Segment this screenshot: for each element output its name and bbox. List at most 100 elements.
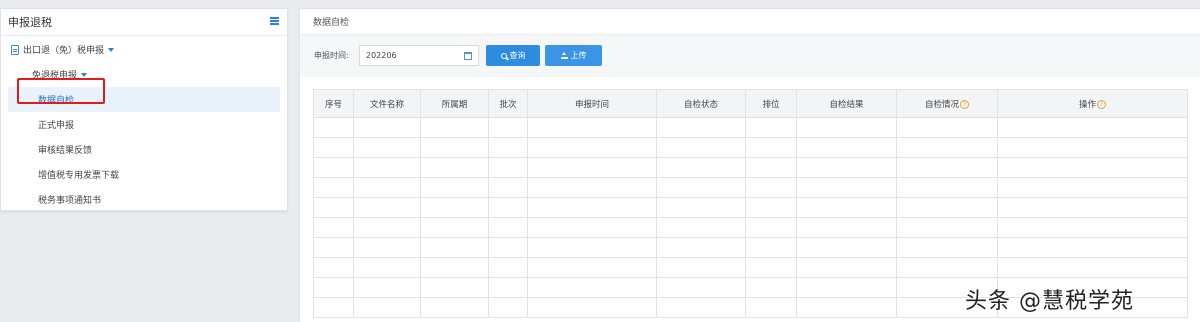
table-row — [313, 217, 1188, 238]
table-cell — [745, 177, 797, 198]
watermark: 头条 @慧税学苑 — [965, 289, 1134, 314]
table-cell — [896, 137, 998, 158]
table-cell — [420, 277, 489, 298]
hamburger-icon[interactable] — [270, 17, 279, 25]
table-row — [313, 117, 1188, 138]
filter-bar: 申报时间: 202206 查询 上传 — [300, 35, 1200, 77]
declare-time-value: 202206 — [366, 51, 397, 60]
col-header-rank: 排位 — [745, 89, 797, 118]
sidebar-subgroup-refund-declare[interactable]: 免退税申报 — [1, 62, 287, 87]
table-row — [313, 137, 1188, 158]
sidebar-item-label: 正式申报 — [38, 121, 75, 131]
table-cell — [997, 157, 1188, 178]
table-cell — [656, 237, 746, 258]
col-header-period: 所属期 — [420, 89, 489, 118]
table-cell — [488, 157, 528, 178]
table-cell — [420, 177, 489, 198]
sidebar-item-label: 审核结果反馈 — [38, 146, 93, 156]
table-cell — [997, 217, 1188, 238]
table-cell — [896, 177, 998, 198]
table-cell — [796, 197, 897, 218]
table-cell — [420, 157, 489, 178]
table-cell — [527, 137, 657, 158]
table-cell — [656, 157, 746, 178]
chevron-down-icon — [81, 72, 88, 77]
table-cell — [745, 297, 797, 318]
table-cell — [420, 297, 489, 318]
table-cell — [745, 197, 797, 218]
table-cell — [527, 157, 657, 178]
table-cell — [796, 297, 897, 318]
sidebar-group-export-refund[interactable]: 出口退（免）税申报 — [1, 37, 287, 62]
sidebar-item-formal-declare[interactable]: 正式申报 — [1, 112, 287, 137]
col-header-check-status: 自检状态 — [656, 89, 746, 118]
table-cell — [353, 177, 421, 198]
sidebar-item-review-feedback[interactable]: 审核结果反馈 — [1, 137, 287, 162]
table-cell — [997, 137, 1188, 158]
table-cell — [997, 197, 1188, 218]
table-cell — [796, 157, 897, 178]
table-cell — [527, 257, 657, 278]
table-cell — [796, 277, 897, 298]
table-cell — [896, 237, 998, 258]
table-cell — [313, 137, 354, 158]
table-cell — [745, 237, 797, 258]
table-cell — [353, 197, 421, 218]
chevron-down-icon — [108, 47, 115, 52]
table-cell — [488, 277, 528, 298]
table-cell — [420, 197, 489, 218]
table-row — [313, 157, 1188, 178]
declare-time-label: 申报时间: — [314, 51, 349, 60]
table-cell — [896, 217, 998, 238]
sidebar-item-vat-invoice-download[interactable]: 增值税专用发票下载 — [1, 162, 287, 187]
table-cell — [745, 157, 797, 178]
table-cell — [656, 257, 746, 278]
table-cell — [745, 217, 797, 238]
upload-button[interactable]: 上传 — [545, 45, 602, 66]
help-icon[interactable]: ? — [1097, 99, 1106, 109]
table-cell — [796, 257, 897, 278]
table-cell — [488, 137, 528, 158]
table-cell — [796, 137, 897, 158]
col-header-index: 序号 — [313, 89, 354, 118]
table-cell — [527, 277, 657, 298]
table-cell — [997, 117, 1188, 138]
table-cell — [313, 177, 354, 198]
table-cell — [313, 197, 354, 218]
table-cell — [896, 117, 998, 138]
upload-icon — [560, 52, 568, 59]
table-row — [313, 237, 1188, 258]
table-cell — [353, 217, 421, 238]
table-cell — [997, 237, 1188, 258]
sidebar-title: 申报退税 — [8, 16, 52, 29]
col-header-check-detail: 自检情况? — [896, 89, 998, 118]
table-cell — [353, 297, 421, 318]
table-cell — [488, 117, 528, 138]
table-cell — [527, 237, 657, 258]
table-cell — [527, 297, 657, 318]
table-cell — [353, 137, 421, 158]
table-cell — [796, 117, 897, 138]
main-panel: 数据自检 申报时间: 202206 查询 上传 序号 文件名称 所属期 批次 申… — [299, 8, 1200, 322]
help-icon[interactable]: ? — [960, 99, 969, 109]
table-cell — [488, 177, 528, 198]
col-header-check-detail-label: 自检情况 — [924, 99, 959, 110]
table-cell — [488, 257, 528, 278]
page-title: 数据自检 — [300, 9, 1200, 35]
table-cell — [313, 237, 354, 258]
table-cell — [353, 157, 421, 178]
calendar-icon[interactable] — [464, 52, 472, 60]
table-cell — [796, 177, 897, 198]
table-cell — [527, 217, 657, 238]
sidebar-item-tax-notice[interactable]: 税务事项通知书 — [1, 187, 287, 212]
declare-time-input[interactable]: 202206 — [359, 45, 479, 66]
table-cell — [745, 277, 797, 298]
table-cell — [420, 117, 489, 138]
table-row — [313, 197, 1188, 218]
sidebar-item-data-selfcheck[interactable]: 数据自检 — [8, 87, 280, 112]
col-header-filename: 文件名称 — [353, 89, 421, 118]
query-button-label: 查询 — [509, 51, 526, 60]
sidebar-item-label: 增值税专用发票下载 — [38, 171, 120, 181]
table-cell — [353, 257, 421, 278]
query-button[interactable]: 查询 — [486, 45, 540, 66]
